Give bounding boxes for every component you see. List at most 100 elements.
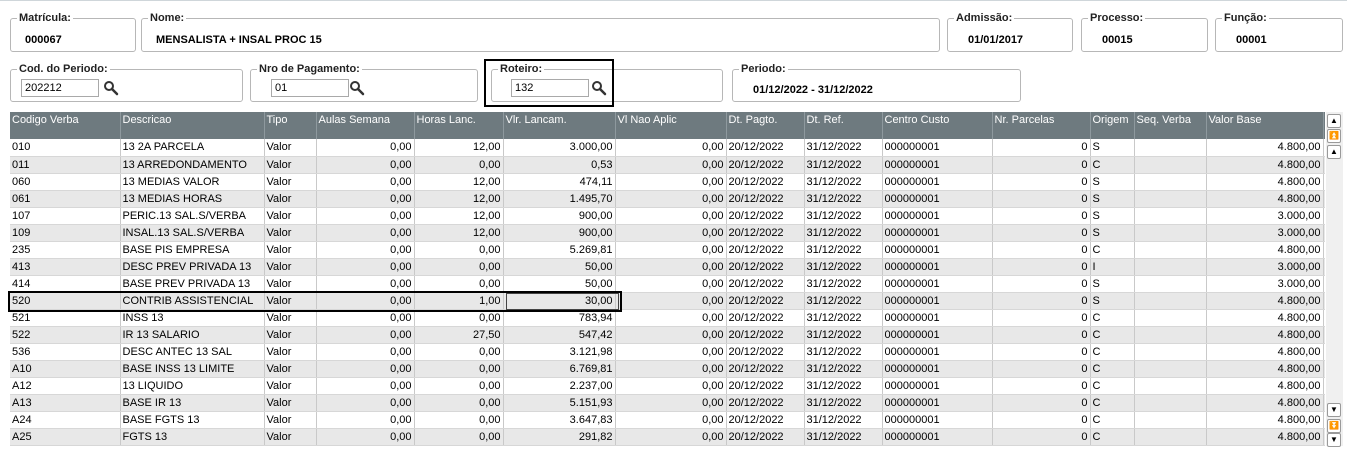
- table-cell[interactable]: 20/12/2022: [726, 326, 805, 344]
- table-cell[interactable]: 31/12/2022: [804, 326, 883, 344]
- table-cell[interactable]: C: [1090, 309, 1135, 327]
- table-cell[interactable]: 0: [992, 428, 1091, 446]
- table-cell[interactable]: IR 13 SALARIO: [120, 326, 265, 344]
- table-cell[interactable]: C: [1090, 377, 1135, 395]
- table-cell[interactable]: 20/12/2022: [726, 309, 805, 327]
- table-row[interactable]: A24 BASE FGTS 13 Valor 0,00 0,00 3.647,83 0,00…: [10, 411, 1325, 429]
- column-header[interactable]: Nr. Parcelas: [992, 112, 1091, 139]
- table-cell[interactable]: 0: [992, 207, 1091, 225]
- table-cell[interactable]: 20/12/2022: [726, 394, 805, 412]
- table-cell[interactable]: 0,00: [414, 156, 504, 174]
- vertical-scrollbar[interactable]: ▲ ⏫ ▲ ▼ ⏬ ▼: [1326, 112, 1343, 447]
- table-cell[interactable]: 0,00: [414, 377, 504, 395]
- table-cell[interactable]: PERIC.13 SAL.S/VERBA: [120, 207, 265, 225]
- table-cell[interactable]: 0,00: [615, 292, 727, 310]
- table-cell[interactable]: [1323, 275, 1325, 293]
- table-cell[interactable]: FGTS 13: [120, 428, 265, 446]
- table-cell[interactable]: 4.800,00: [1206, 394, 1324, 412]
- table-cell[interactable]: S: [1090, 292, 1135, 310]
- table-cell[interactable]: 0: [992, 411, 1091, 429]
- table-cell[interactable]: 0,00: [615, 258, 727, 276]
- table-cell[interactable]: 0,00: [316, 156, 415, 174]
- table-cell[interactable]: 5.269,81: [503, 241, 616, 259]
- table-cell[interactable]: 291,82: [503, 428, 616, 446]
- table-cell[interactable]: 0: [992, 224, 1091, 242]
- table-cell[interactable]: 20/12/2022: [726, 156, 805, 174]
- line-down-icon[interactable]: ▼: [1327, 403, 1341, 417]
- table-cell[interactable]: [1134, 343, 1207, 361]
- table-cell[interactable]: 50,00: [503, 258, 616, 276]
- table-cell[interactable]: 0,00: [615, 360, 727, 378]
- column-header[interactable]: Valor Base: [1206, 112, 1324, 139]
- table-cell[interactable]: A24: [10, 411, 121, 429]
- column-header[interactable]: Seq. Verba: [1134, 112, 1207, 139]
- table-cell[interactable]: Valor: [264, 241, 317, 259]
- table-cell[interactable]: 0,00: [615, 156, 727, 174]
- table-cell[interactable]: 0,00: [414, 360, 504, 378]
- table-row[interactable]: A13 BASE IR 13 Valor 0,00 0,00 5.151,93 0,00 20…: [10, 394, 1325, 412]
- table-cell[interactable]: 000000001: [882, 428, 993, 446]
- table-cell[interactable]: [1134, 326, 1207, 344]
- table-cell[interactable]: [1134, 309, 1207, 327]
- table-cell[interactable]: 0,00: [316, 258, 415, 276]
- column-header[interactable]: Dt. Ref.: [804, 112, 883, 139]
- table-cell[interactable]: 0: [992, 377, 1091, 395]
- table-cell[interactable]: 13 ARREDONDAMENTO: [120, 156, 265, 174]
- table-cell[interactable]: 31/12/2022: [804, 377, 883, 395]
- table-row[interactable]: 536 DESC ANTEC 13 SAL Valor 0,00 0,00 3.121,9…: [10, 343, 1325, 361]
- table-cell[interactable]: [1134, 275, 1207, 293]
- table-cell[interactable]: 20/12/2022: [726, 173, 805, 191]
- table-cell[interactable]: 0: [992, 190, 1091, 208]
- table-cell[interactable]: 107: [10, 207, 121, 225]
- table-cell[interactable]: 0,00: [615, 377, 727, 395]
- table-cell[interactable]: [1323, 428, 1325, 446]
- table-cell[interactable]: 0: [992, 173, 1091, 191]
- table-cell[interactable]: 4.800,00: [1206, 326, 1324, 344]
- table-cell[interactable]: 000000001: [882, 258, 993, 276]
- table-cell[interactable]: 31/12/2022: [804, 139, 883, 157]
- page-down-icon[interactable]: ⏬: [1327, 419, 1341, 433]
- table-cell[interactable]: 13 MEDIAS HORAS: [120, 190, 265, 208]
- table-cell[interactable]: BASE PIS EMPRESA: [120, 241, 265, 259]
- table-cell[interactable]: 20/12/2022: [726, 139, 805, 157]
- table-cell[interactable]: Valor: [264, 428, 317, 446]
- table-cell[interactable]: 000000001: [882, 326, 993, 344]
- table-cell[interactable]: 000000001: [882, 275, 993, 293]
- table-cell[interactable]: 000000001: [882, 207, 993, 225]
- table-cell[interactable]: 31/12/2022: [804, 292, 883, 310]
- table-cell[interactable]: 522: [10, 326, 121, 344]
- table-cell[interactable]: S: [1090, 275, 1135, 293]
- table-cell[interactable]: 0,00: [615, 411, 727, 429]
- column-header[interactable]: Aulas Semana: [316, 112, 415, 139]
- table-cell[interactable]: A25: [10, 428, 121, 446]
- table-cell[interactable]: Valor: [264, 190, 317, 208]
- table-cell[interactable]: 060: [10, 173, 121, 191]
- table-cell[interactable]: A13: [10, 394, 121, 412]
- table-cell[interactable]: 2.237,00: [503, 377, 616, 395]
- table-cell[interactable]: 0,00: [615, 207, 727, 225]
- table-cell[interactable]: 0,00: [316, 173, 415, 191]
- table-cell[interactable]: 0,00: [615, 224, 727, 242]
- table-cell[interactable]: INSAL.13 SAL.S/VERBA: [120, 224, 265, 242]
- table-cell[interactable]: 20/12/2022: [726, 377, 805, 395]
- table-cell[interactable]: 0,00: [414, 258, 504, 276]
- table-cell[interactable]: BASE FGTS 13: [120, 411, 265, 429]
- table-cell[interactable]: 20/12/2022: [726, 343, 805, 361]
- table-cell[interactable]: C: [1090, 326, 1135, 344]
- table-cell[interactable]: BASE PREV PRIVADA 13: [120, 275, 265, 293]
- table-row[interactable]: A12 13 LIQUIDO Valor 0,00 0,00 2.237,00 0,00 20…: [10, 377, 1325, 395]
- table-cell[interactable]: DESC PREV PRIVADA 13: [120, 258, 265, 276]
- table-row[interactable]: 061 13 MEDIAS HORAS Valor 0,00 12,00 1.495,70…: [10, 190, 1325, 208]
- table-cell[interactable]: 4.800,00: [1206, 377, 1324, 395]
- scroll-to-bottom-icon[interactable]: ▼: [1327, 433, 1341, 447]
- table-cell[interactable]: 13 LIQUIDO: [120, 377, 265, 395]
- table-cell[interactable]: 900,00: [503, 224, 616, 242]
- table-cell[interactable]: [1323, 326, 1325, 344]
- table-cell[interactable]: 0,00: [316, 139, 415, 157]
- table-cell[interactable]: 0: [992, 275, 1091, 293]
- table-cell[interactable]: BASE INSS 13 LIMITE: [120, 360, 265, 378]
- table-cell[interactable]: 0,00: [615, 173, 727, 191]
- table-cell[interactable]: [1134, 377, 1207, 395]
- table-cell[interactable]: 4.800,00: [1206, 428, 1324, 446]
- table-cell[interactable]: 31/12/2022: [804, 394, 883, 412]
